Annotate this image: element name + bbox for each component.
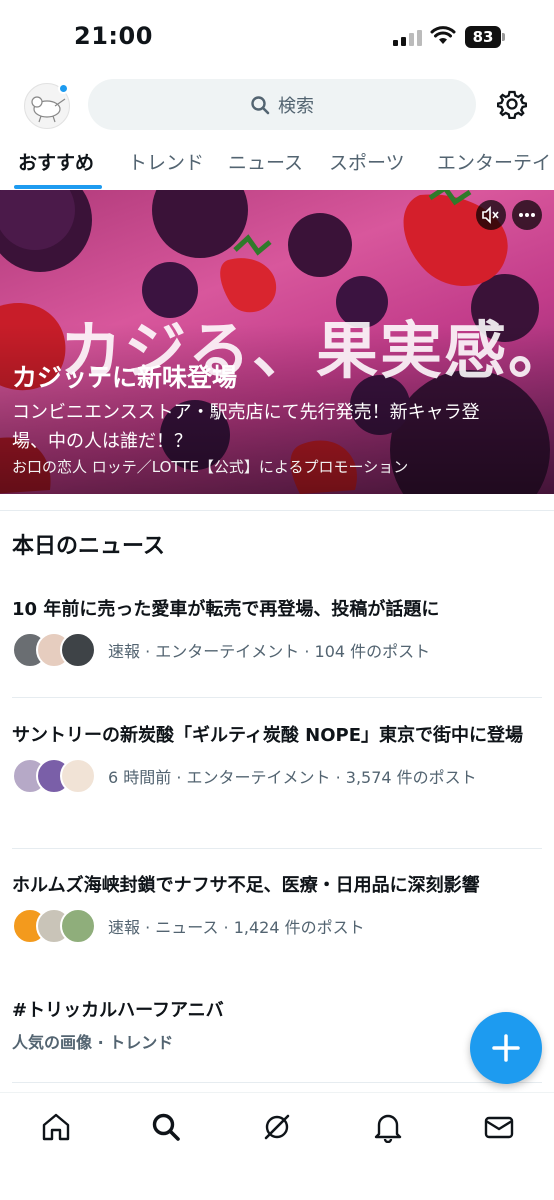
trend-title: #トリッカルハーフアニバ [12,1000,224,1021]
more-icon [519,213,535,217]
news-meta: 6 時間前 · エンターテイメント · 3,574 件のポスト [12,758,542,794]
mute-icon [482,206,499,224]
home-icon[interactable] [40,1111,72,1143]
tab-entertainment[interactable]: エンターテイ [437,148,551,175]
avatar [60,758,96,794]
mail-icon[interactable] [483,1111,515,1143]
trend-meta: 人気の画像 · トレンド [12,1033,174,1052]
list-divider [12,848,542,849]
plus-icon [492,1034,520,1062]
mute-button[interactable] [476,200,506,230]
search-bar[interactable]: 検索 [88,79,476,130]
news-avatars [12,908,96,944]
tab-sports[interactable]: スポーツ [329,148,405,175]
gear-icon[interactable] [497,89,527,119]
search-placeholder: 検索 [278,95,314,117]
avatar [60,908,96,944]
battery-icon: 83 [465,26,505,48]
search-icon[interactable] [150,1111,182,1143]
news-meta-text: 速報 · エンターテイメント · 104 件のポスト [108,642,431,661]
promo-banner[interactable]: カジる、果実感。 カジッテに新味登場 コンビニエンスストア・駅売店にて先行発売！… [0,190,554,494]
grok-icon[interactable] [261,1111,293,1143]
news-meta-text: 6 時間前 · エンターテイメント · 3,574 件のポスト [108,768,477,787]
cellular-signal-icon [393,30,422,46]
list-divider [12,697,542,698]
news-item[interactable]: ホルムズ海峡封鎖でナフサ不足、医療・日用品に深刻影響 速報 · ニュース · 1… [12,871,542,944]
list-divider [12,1082,542,1083]
trend-item[interactable]: #トリッカルハーフアニバ 人気の画像 · トレンド [12,996,542,1053]
news-title: サントリーの新炭酸「ギルティ炭酸 NOPE」東京で街中に登場 [12,725,524,746]
news-title: 10 年前に売った愛車が転売で再登場、投稿が話題に [12,599,440,620]
promo-description: コンビニエンスストア・駅売店にて先行発売！新キャラ登場、中の人は誰だ！？ [12,402,480,452]
battery-level: 83 [465,26,501,48]
wifi-icon [430,26,456,44]
more-button[interactable] [512,200,542,230]
notification-dot [58,83,69,94]
search-icon [251,95,270,114]
explore-tabs: おすすめ トレンド ニュース スポーツ エンターテイ [0,140,554,190]
promo-title: カジッテに新味登場 [12,363,238,392]
section-divider [0,510,554,511]
top-header: 検索 [0,75,554,135]
news-meta-text: 速報 · ニュース · 1,424 件のポスト [108,918,365,937]
bottom-nav [0,1092,554,1200]
tab-trends[interactable]: トレンド [128,148,204,175]
news-avatars [12,758,96,794]
news-avatars [12,632,96,668]
news-item[interactable]: 10 年前に売った愛車が転売で再登場、投稿が話題に 速報 · エンターテイメント… [12,595,542,668]
bell-icon[interactable] [372,1111,404,1143]
news-title: ホルムズ海峡封鎖でナフサ不足、医療・日用品に深刻影響 [12,875,480,896]
news-heading: 本日のニュース [12,534,165,559]
tab-recommended[interactable]: おすすめ [18,148,94,175]
tab-active-indicator [14,185,102,189]
tab-news[interactable]: ニュース [228,148,303,175]
status-time: 21:00 [74,22,153,50]
status-bar: 21:00 83 [0,0,554,70]
news-item[interactable]: サントリーの新炭酸「ギルティ炭酸 NOPE」東京で街中に登場 6 時間前 · エ… [12,721,542,794]
avatar [60,632,96,668]
compose-button[interactable] [470,1012,542,1084]
news-meta: 速報 · ニュース · 1,424 件のポスト [12,908,542,944]
promo-sponsor: お口の恋人 ロッテ／LOTTE【公式】によるプロモーション [12,458,409,476]
news-meta: 速報 · エンターテイメント · 104 件のポスト [12,632,542,668]
